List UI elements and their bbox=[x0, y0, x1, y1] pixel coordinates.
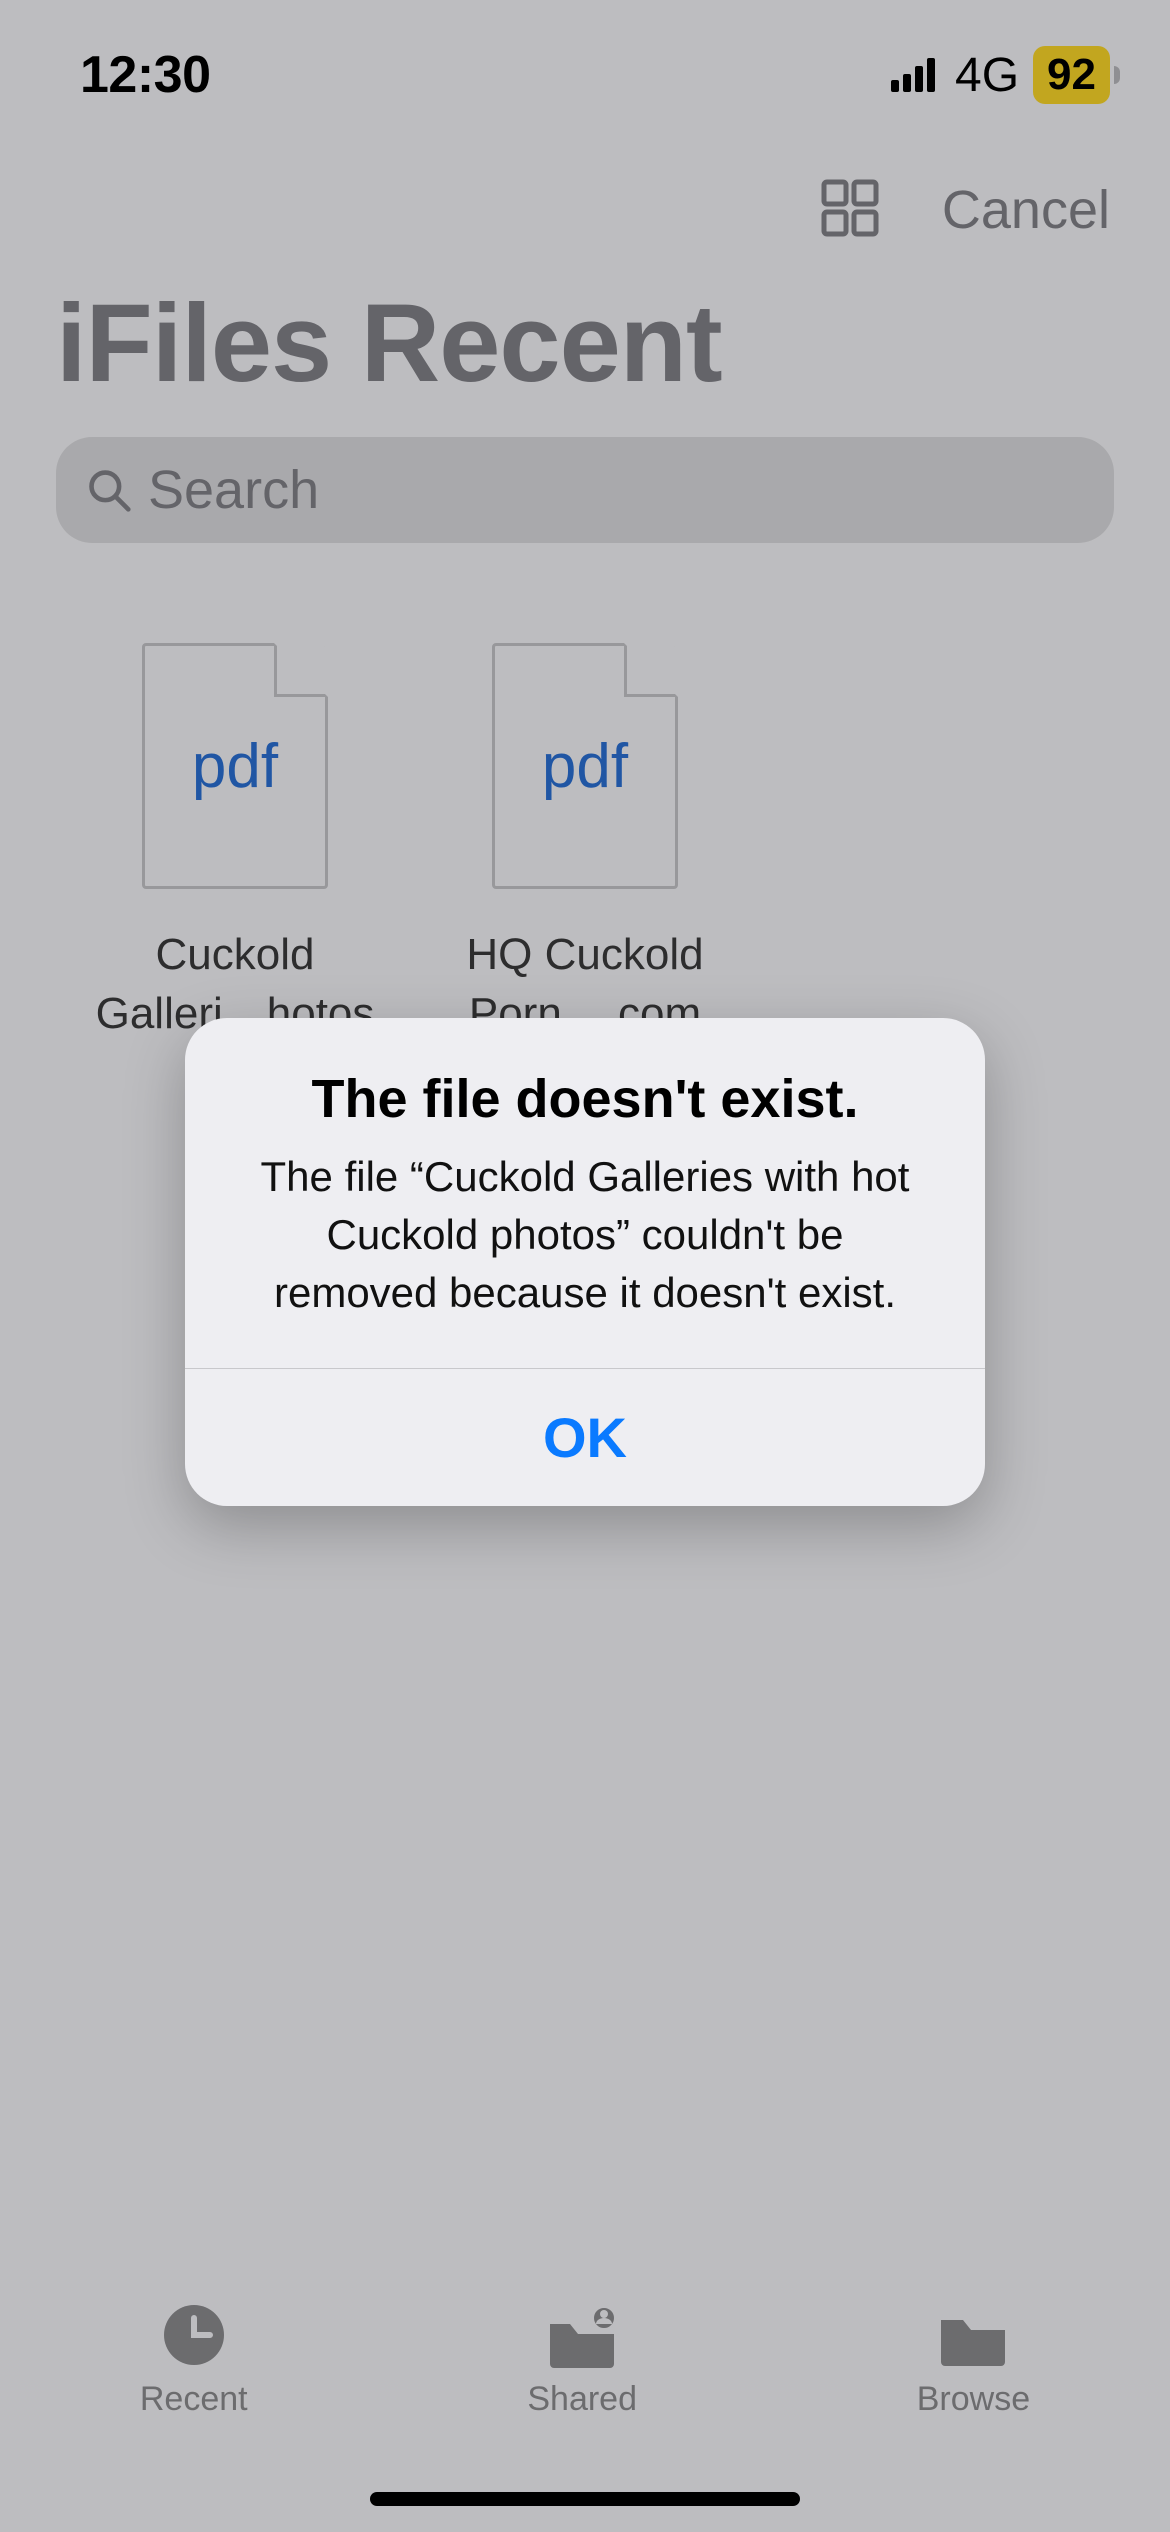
network-type: 4G bbox=[955, 48, 1019, 103]
folder-icon bbox=[933, 2300, 1013, 2370]
alert-ok-button[interactable]: OK bbox=[185, 1369, 985, 1506]
search-field[interactable]: Search bbox=[56, 437, 1114, 543]
tab-browse[interactable]: Browse bbox=[917, 2300, 1030, 2419]
status-right: 4G 92 bbox=[891, 46, 1110, 104]
clock-icon bbox=[154, 2300, 234, 2370]
battery-indicator: 92 bbox=[1033, 46, 1110, 104]
alert-message: The file “Cuckold Galleries with hot Cuc… bbox=[239, 1148, 931, 1322]
cancel-button[interactable]: Cancel bbox=[942, 179, 1110, 241]
tab-shared[interactable]: Shared bbox=[527, 2300, 637, 2419]
cell-signal-icon bbox=[891, 58, 935, 92]
grid-view-icon[interactable] bbox=[818, 176, 882, 245]
alert-dialog: The file doesn't exist. The file “Cuckol… bbox=[185, 1018, 985, 1506]
pdf-icon: pdf bbox=[492, 643, 678, 889]
status-time: 12:30 bbox=[80, 45, 211, 105]
pdf-icon: pdf bbox=[142, 643, 328, 889]
tab-recent[interactable]: Recent bbox=[140, 2300, 248, 2419]
shared-folder-icon bbox=[542, 2300, 622, 2370]
search-icon bbox=[86, 467, 132, 513]
nav-bar: Cancel bbox=[0, 150, 1170, 270]
home-indicator[interactable] bbox=[370, 2492, 800, 2506]
search-placeholder: Search bbox=[148, 459, 319, 521]
page-title: iFiles Recent bbox=[0, 270, 1170, 437]
status-bar: 12:30 4G 92 bbox=[0, 0, 1170, 150]
alert-title: The file doesn't exist. bbox=[239, 1068, 931, 1130]
